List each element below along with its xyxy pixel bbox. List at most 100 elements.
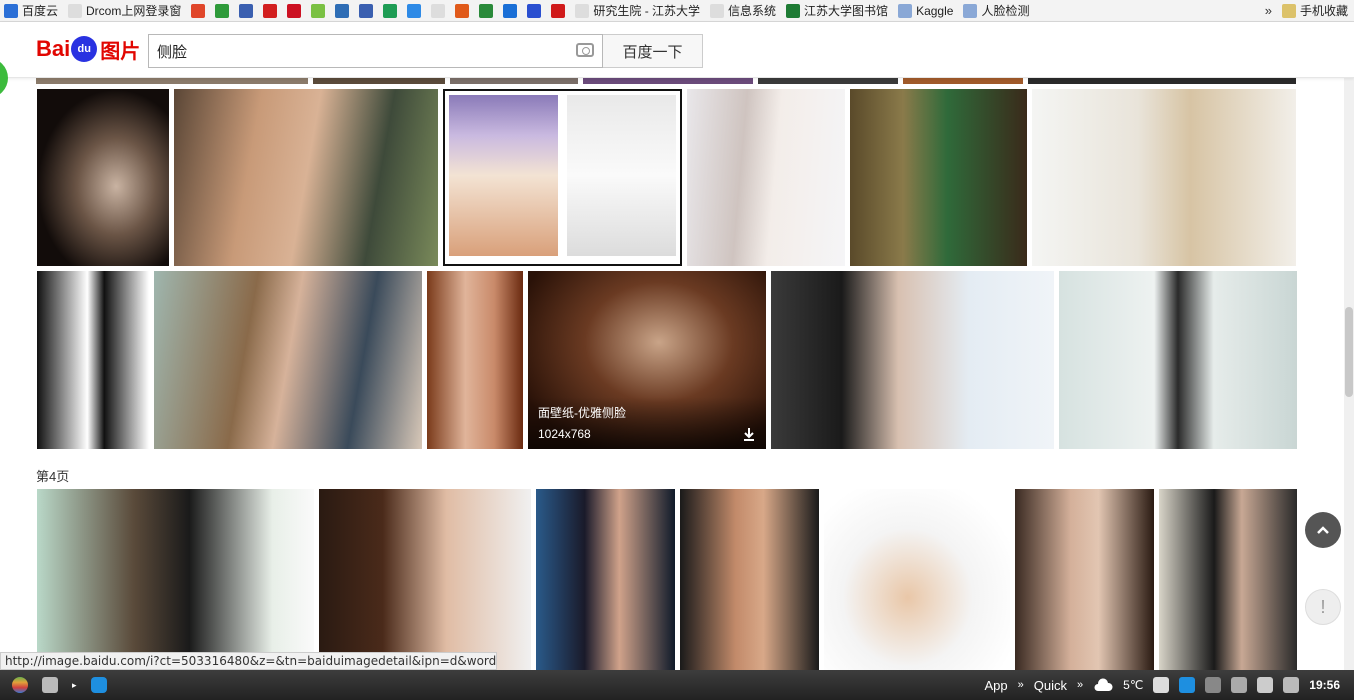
bookmark-item[interactable]: [547, 0, 571, 21]
keyboard-icon[interactable]: [1205, 677, 1222, 693]
bookmark-item[interactable]: 信息系统: [706, 0, 782, 21]
image-tile[interactable]: [1159, 489, 1297, 670]
bookmark-label: 人脸检测: [981, 4, 1030, 18]
image-tile[interactable]: [903, 78, 1023, 84]
chevron-right-icon[interactable]: »: [1018, 679, 1024, 691]
image-tile[interactable]: [319, 489, 531, 670]
back-to-top-button[interactable]: [1305, 512, 1341, 548]
bookmark-item[interactable]: 人脸检测: [959, 0, 1035, 21]
bookmark-favicon-icon: [335, 3, 350, 18]
download-icon[interactable]: [742, 427, 756, 441]
image-tile[interactable]: [536, 489, 675, 670]
bookmark-favicon-icon: [710, 3, 725, 18]
search-input-value: 侧脸: [157, 43, 188, 61]
folder-icon: [1281, 3, 1296, 18]
bookmark-favicon-icon: [407, 3, 422, 18]
image-tile[interactable]: [443, 89, 682, 266]
bookmark-favicon-icon: [431, 3, 446, 18]
bookmark-item[interactable]: [523, 0, 547, 21]
apple-icon[interactable]: [12, 677, 28, 693]
chevron-right-icon[interactable]: »: [1077, 679, 1083, 691]
bookmark-favicon-icon: [311, 3, 326, 18]
image-tile[interactable]: [1059, 271, 1297, 449]
scrollbar-thumb[interactable]: [1345, 307, 1353, 397]
bookmark-item[interactable]: Kaggle: [894, 0, 959, 21]
play-small-icon[interactable]: ▸: [72, 680, 77, 691]
cloud-icon[interactable]: [1093, 678, 1113, 692]
image-tile[interactable]: [758, 78, 898, 84]
image-tile[interactable]: [583, 78, 753, 84]
bookmark-item[interactable]: Drcom上网登录窗: [64, 0, 187, 21]
app-icon[interactable]: [90, 677, 107, 693]
bookmark-item[interactable]: [355, 0, 379, 21]
bookmark-favicon-icon: [898, 3, 913, 18]
search-button[interactable]: 百度一下: [603, 34, 703, 68]
bookmark-favicon-icon: [191, 3, 206, 18]
camera-icon[interactable]: [576, 43, 594, 57]
image-tile[interactable]: [174, 89, 438, 266]
chat-icon[interactable]: [1283, 677, 1300, 693]
bookmark-favicon-icon: [287, 3, 302, 18]
bookmark-label: 信息系统: [728, 4, 777, 18]
bookmark-item[interactable]: [283, 0, 307, 21]
bookmark-label: 手机收藏: [1299, 4, 1348, 18]
bookmark-item[interactable]: 研究生院 - 江苏大学: [571, 0, 706, 21]
image-tile[interactable]: [824, 489, 1010, 670]
bookmark-item[interactable]: [451, 0, 475, 21]
image-tile-hovered[interactable]: 面壁纸-优雅侧脸 1024x768: [528, 271, 766, 449]
flag-icon[interactable]: [1231, 677, 1248, 693]
bookmark-item[interactable]: [187, 0, 211, 21]
bookmark-favicon-icon: [68, 3, 83, 18]
bookmark-item[interactable]: 百度云: [0, 0, 64, 21]
image-tile[interactable]: [154, 271, 422, 449]
bookmark-item[interactable]: [499, 0, 523, 21]
scrollbar[interactable]: [1344, 22, 1354, 670]
weather-temp: 5℃: [1123, 678, 1144, 692]
bookmarks-bar: 百度云 Drcom上网登录窗 研究生院 - 江苏大学 信息系统 江苏大学图书馆 Kaggl…: [0, 0, 1354, 22]
bookmark-item[interactable]: 江苏大学图书馆: [782, 0, 894, 21]
baidu-logo[interactable]: Bai du 图片: [36, 32, 140, 66]
shield-icon[interactable]: [1153, 677, 1170, 693]
image-tile[interactable]: [850, 89, 1027, 266]
image-tile[interactable]: [37, 271, 149, 449]
check-icon[interactable]: [1179, 677, 1196, 693]
image-tile[interactable]: [1028, 78, 1296, 84]
quick-label[interactable]: Quick: [1034, 678, 1067, 693]
image-tile[interactable]: [37, 489, 314, 670]
bookmark-label: 江苏大学图书馆: [804, 4, 889, 18]
bookmark-item[interactable]: [475, 0, 499, 21]
image-tile[interactable]: [36, 78, 308, 84]
app-label[interactable]: App: [985, 678, 1008, 693]
bookmark-item[interactable]: [259, 0, 283, 21]
bookmark-item[interactable]: [235, 0, 259, 21]
bookmark-item[interactable]: [427, 0, 451, 21]
bookmark-mobile[interactable]: 手机收藏: [1278, 0, 1354, 21]
image-tile[interactable]: [680, 489, 819, 670]
feedback-button[interactable]: !: [1305, 589, 1341, 625]
image-tile[interactable]: [313, 78, 445, 84]
image-tile[interactable]: [1015, 489, 1154, 670]
image-tile[interactable]: [1032, 89, 1296, 266]
bank-icon[interactable]: [42, 677, 58, 693]
bookmark-favicon-icon: [455, 3, 470, 18]
speaker-icon[interactable]: [1257, 677, 1274, 693]
bookmark-item[interactable]: [379, 0, 403, 21]
bookmark-favicon-icon: [215, 3, 230, 18]
image-tile[interactable]: [37, 89, 169, 266]
bookmark-item[interactable]: [403, 0, 427, 21]
bookmarks-right: » 手机收藏: [1259, 0, 1354, 21]
search-input[interactable]: 侧脸: [148, 34, 603, 68]
bookmark-item[interactable]: [307, 0, 331, 21]
bookmark-favicon-icon: [503, 3, 518, 18]
image-tile[interactable]: [450, 78, 578, 84]
bookmark-favicon-icon: [527, 3, 542, 18]
status-url: http://image.baidu.com/i?ct=503316480&z=…: [0, 652, 497, 670]
image-tile[interactable]: [427, 271, 523, 449]
bookmark-item[interactable]: [211, 0, 235, 21]
image-tile[interactable]: [771, 271, 1054, 449]
bookmark-label: 研究生院 - 江苏大学: [593, 4, 701, 18]
image-tile[interactable]: [687, 89, 845, 266]
bookmark-item[interactable]: [331, 0, 355, 21]
bookmark-favicon-icon: [4, 3, 18, 18]
bookmarks-more-icon[interactable]: »: [1259, 3, 1278, 18]
